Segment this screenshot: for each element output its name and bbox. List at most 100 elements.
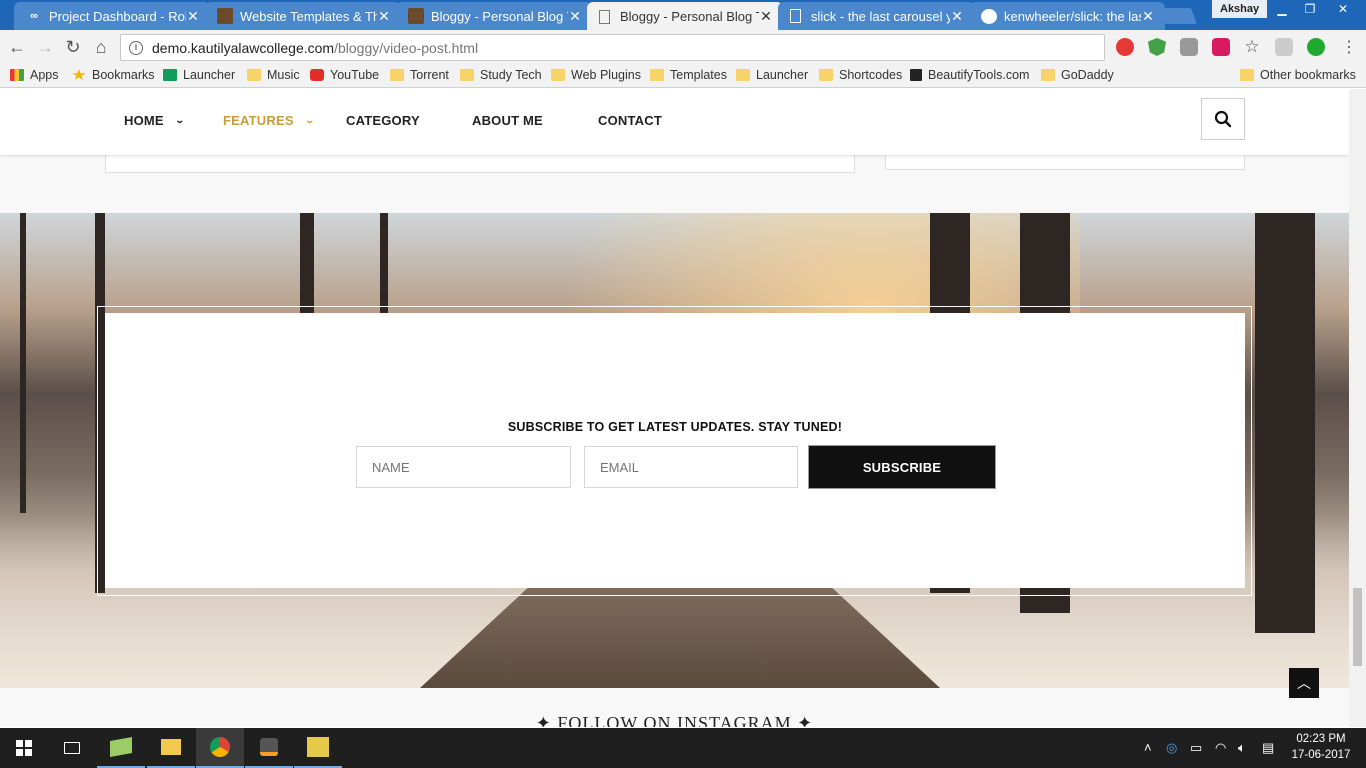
bookmark-label: Study Tech (480, 68, 542, 82)
close-icon[interactable]: ✕ (1141, 8, 1155, 25)
search-icon (1214, 110, 1232, 128)
close-icon[interactable]: ✕ (186, 8, 200, 25)
name-input[interactable] (356, 446, 571, 488)
folder-icon (819, 69, 833, 81)
minimize-icon[interactable]: ▁ (1268, 0, 1296, 18)
page-scrollbar[interactable] (1349, 89, 1366, 727)
nav-about-me[interactable]: ABOUT ME (472, 113, 543, 128)
nav-contact[interactable]: CONTACT (598, 113, 662, 128)
tab-slick[interactable]: slick - the last carousel y ✕ (778, 2, 974, 30)
chevron-down-icon: ⌄ (304, 115, 316, 125)
back-icon[interactable]: ← (6, 36, 28, 58)
nav-label: CONTACT (598, 113, 662, 128)
star-icon[interactable]: ☆ (1241, 36, 1263, 58)
media-app-icon[interactable] (294, 728, 342, 768)
reload-icon[interactable]: ↻ (62, 36, 84, 58)
back-to-top-button[interactable]: ︿ (1289, 668, 1319, 698)
bookmark-apps[interactable]: Apps (10, 68, 59, 82)
chrome-icon[interactable] (196, 728, 244, 768)
window-close-icon[interactable]: ✕ (1326, 0, 1360, 18)
bookmark-other[interactable]: Other bookmarks (1240, 68, 1356, 82)
bookmark-study-tech[interactable]: Study Tech (460, 68, 542, 82)
nav-label: HOME (124, 113, 164, 128)
close-icon[interactable]: ✕ (950, 8, 964, 25)
bookmark-shortcodes[interactable]: Shortcodes (819, 68, 902, 82)
battery-icon[interactable]: ▭ (1190, 740, 1202, 756)
chevron-up-icon[interactable]: ˄ (1144, 740, 1152, 755)
nav-home[interactable]: HOME ⌄ (124, 113, 185, 128)
search-button[interactable] (1201, 98, 1245, 140)
subscribe-hero-section: SUBSCRIBE TO GET LATEST UPDATES. STAY TU… (0, 213, 1349, 688)
email-input[interactable] (584, 446, 798, 488)
github-icon (981, 8, 997, 24)
tab-github-slick[interactable]: kenwheeler/slick: the las ✕ (969, 2, 1165, 30)
extension-video-icon[interactable] (1212, 38, 1230, 56)
beautifytools-icon (910, 69, 922, 81)
new-tab-button[interactable] (1159, 8, 1197, 24)
task-view-icon[interactable] (48, 728, 96, 768)
bookmark-beautifytools[interactable]: BeautifyTools.com (910, 68, 1029, 82)
app-icon[interactable] (97, 728, 145, 768)
info-icon[interactable]: i (129, 40, 143, 55)
shield-extension-icon[interactable] (1148, 38, 1166, 56)
bookmark-label: Torrent (410, 68, 449, 82)
forward-icon[interactable]: → (34, 36, 56, 58)
nav-category[interactable]: CATEGORY (346, 113, 420, 128)
sublime-text-icon[interactable] (245, 728, 293, 768)
bookmark-label: Launcher (756, 68, 809, 82)
tree-trunk (1255, 213, 1315, 633)
extension-green-icon[interactable] (1307, 38, 1325, 56)
restore-icon[interactable]: ❐ (1296, 0, 1324, 18)
bookmark-torrent[interactable]: Torrent (390, 68, 449, 82)
nav-features[interactable]: FEATURES ⌄ (223, 113, 316, 128)
folder-icon (1041, 69, 1055, 81)
tab-bloggy-1[interactable]: Bloggy - Personal Blog T ✕ (396, 2, 592, 30)
subscribe-button[interactable]: SUBSCRIBE (808, 445, 996, 489)
tab-project-dashboard[interactable]: ∞ Project Dashboard - Rob ✕ (14, 2, 210, 30)
folder-icon (1240, 69, 1254, 81)
bookmark-launcher-2[interactable]: Launcher (736, 68, 808, 82)
bookmark-youtube[interactable]: YouTube (310, 68, 379, 82)
notifications-icon[interactable]: ▤ (1262, 740, 1274, 756)
home-icon[interactable]: ⌂ (90, 36, 112, 58)
tab-bloggy-active[interactable]: Bloggy - Personal Blog T ✕ (587, 2, 783, 31)
bookmark-bookmarks[interactable]: Bookmarks (72, 68, 155, 82)
tab-title: kenwheeler/slick: the las (1004, 8, 1141, 24)
extension-gray-icon[interactable] (1180, 38, 1198, 56)
bookmark-godaddy[interactable]: GoDaddy (1041, 68, 1114, 82)
web-page: HOME ⌄ FEATURES ⌄ CATEGORY ABOUT ME CONTAC… (0, 89, 1349, 727)
sheet-icon (163, 69, 177, 81)
subscribe-heading: SUBSCRIBE TO GET LATEST UPDATES. STAY TU… (507, 420, 843, 434)
menu-icon[interactable]: ⋮ (1338, 36, 1360, 58)
url-path: /bloggy/video-post.html (334, 39, 479, 56)
close-icon[interactable]: ✕ (759, 8, 773, 25)
bookmark-label: Apps (30, 68, 59, 82)
wifi-icon[interactable]: ◠ (1215, 740, 1226, 756)
close-icon[interactable]: ✕ (377, 8, 391, 25)
extension-red-icon[interactable] (1116, 38, 1134, 56)
clock-time: 02:23 PM (1296, 733, 1346, 745)
tab-website-templates[interactable]: Website Templates & Th ✕ (205, 2, 401, 30)
infinity-icon: ∞ (30, 10, 38, 22)
youtube-icon (310, 69, 324, 81)
bookmark-templates[interactable]: Templates (650, 68, 727, 82)
bookmark-label: YouTube (330, 68, 380, 82)
close-icon[interactable]: ✕ (568, 8, 582, 25)
browser-toolbar: ← → ↻ ⌂ i demo.kautilyalawcollege.com/bl… (0, 30, 1366, 64)
extension-cast-icon[interactable] (1275, 38, 1293, 56)
nav-label: ABOUT ME (472, 113, 543, 128)
bookmark-music[interactable]: Music (247, 68, 300, 82)
tray-app-icon[interactable]: ◎ (1166, 740, 1177, 756)
taskbar-clock[interactable]: 02:23 PM 17-06-2017 (1286, 731, 1356, 763)
address-bar[interactable]: i demo.kautilyalawcollege.com/bloggy/vid… (120, 34, 1105, 61)
profile-name[interactable]: Akshay (1212, 0, 1268, 18)
tree-trunk (20, 213, 26, 513)
bookmark-launcher[interactable]: Launcher (163, 68, 235, 82)
windows-start-icon[interactable] (0, 728, 48, 768)
clock-date: 17-06-2017 (1291, 749, 1351, 761)
bookmark-web-plugins[interactable]: Web Plugins (551, 68, 641, 82)
volume-icon[interactable]: 🔈︎ (1238, 740, 1246, 756)
instagram-heading-text: FOLLOW ON INSTAGRAM (557, 713, 792, 727)
scrollbar-thumb[interactable] (1353, 588, 1362, 666)
file-explorer-icon[interactable] (147, 728, 195, 768)
